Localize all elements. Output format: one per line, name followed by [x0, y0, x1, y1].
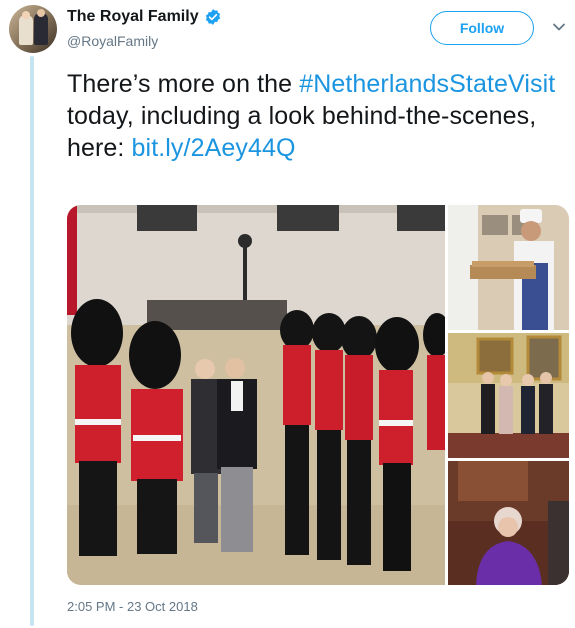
follow-button[interactable]: Follow — [430, 11, 534, 45]
tweet-timestamp[interactable]: 2:05 PM - 23 Oct 2018 — [67, 599, 198, 614]
verified-badge-icon — [205, 9, 220, 25]
guard-inspection-photo[interactable] — [67, 205, 445, 585]
account-name-row: The Royal Family — [67, 8, 222, 26]
tweet-text-part: There’s more on the — [67, 70, 300, 98]
queen-photo[interactable] — [448, 461, 569, 585]
tweet-media-grid — [67, 205, 569, 585]
url-link[interactable]: bit.ly/2Aey44Q — [132, 134, 296, 162]
hashtag-link[interactable]: #NetherlandsStateVisit — [299, 70, 555, 98]
display-name[interactable]: The Royal Family — [67, 8, 199, 26]
palace-group-photo[interactable] — [448, 333, 569, 458]
account-handle[interactable]: @RoyalFamily — [67, 33, 158, 49]
tweet-text: There’s more on the #NetherlandsStateVis… — [67, 68, 562, 164]
profile-avatar[interactable] — [9, 5, 57, 53]
thread-connector-line — [30, 56, 34, 626]
chef-baking-photo[interactable] — [448, 205, 569, 330]
chevron-down-icon[interactable] — [552, 20, 566, 34]
